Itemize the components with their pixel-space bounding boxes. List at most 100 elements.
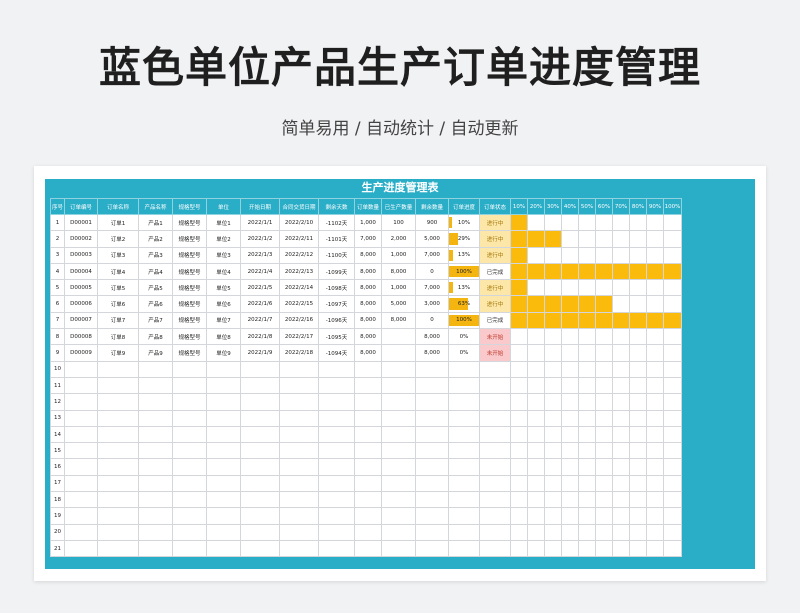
empty-cell[interactable]	[64, 539, 98, 558]
empty-cell[interactable]	[318, 458, 355, 476]
empty-cell[interactable]	[595, 409, 613, 427]
empty-cell[interactable]	[663, 393, 682, 411]
empty-cell[interactable]	[354, 507, 382, 525]
empty-cell[interactable]	[646, 425, 664, 444]
cell-progress[interactable]: 13%	[448, 246, 480, 264]
empty-cell[interactable]	[415, 474, 449, 493]
empty-cell[interactable]	[172, 376, 207, 395]
empty-cell[interactable]	[510, 539, 528, 558]
empty-cell[interactable]	[354, 539, 382, 558]
empty-cell[interactable]	[510, 393, 528, 411]
cell-spec[interactable]: 规格型号	[172, 213, 207, 232]
empty-cell[interactable]	[318, 523, 355, 541]
empty-cell[interactable]	[97, 523, 139, 541]
empty-cell[interactable]	[172, 523, 207, 541]
cell-no[interactable]: 8	[50, 328, 65, 346]
empty-cell[interactable]	[318, 507, 355, 525]
status-badge[interactable]: 进行中	[479, 246, 511, 264]
cell-order-qty[interactable]: 8,000	[354, 311, 382, 330]
cell-due-date[interactable]: 2022/2/10	[279, 213, 319, 232]
empty-cell[interactable]	[240, 409, 280, 427]
row-number[interactable]: 18	[50, 491, 65, 509]
empty-cell[interactable]	[561, 539, 579, 558]
empty-cell[interactable]	[448, 393, 480, 411]
empty-cell[interactable]	[240, 360, 280, 378]
empty-cell[interactable]	[206, 539, 241, 558]
empty-cell[interactable]	[510, 458, 528, 476]
empty-cell[interactable]	[544, 507, 562, 525]
empty-cell[interactable]	[415, 425, 449, 444]
row-number[interactable]: 10	[50, 360, 65, 378]
cell-remaining-qty[interactable]: 3,000	[415, 295, 449, 313]
empty-cell[interactable]	[318, 409, 355, 427]
empty-cell[interactable]	[279, 507, 319, 525]
row-number[interactable]: 11	[50, 376, 65, 395]
empty-cell[interactable]	[527, 425, 545, 444]
cell-product-name[interactable]: 产品3	[138, 246, 173, 264]
cell-unit[interactable]: 单位8	[206, 328, 241, 346]
empty-cell[interactable]	[279, 491, 319, 509]
cell-start-date[interactable]: 2022/1/7	[240, 311, 280, 330]
cell-order-qty[interactable]: 8,000	[354, 344, 382, 362]
status-badge[interactable]: 未开始	[479, 328, 511, 346]
empty-cell[interactable]	[381, 376, 416, 395]
empty-cell[interactable]	[381, 442, 416, 460]
cell-produced-qty[interactable]: 1,000	[381, 246, 416, 264]
empty-cell[interactable]	[279, 458, 319, 476]
empty-cell[interactable]	[578, 474, 596, 493]
empty-cell[interactable]	[138, 474, 173, 493]
cell-product-name[interactable]: 产品7	[138, 311, 173, 330]
status-badge[interactable]: 进行中	[479, 295, 511, 313]
empty-cell[interactable]	[354, 491, 382, 509]
empty-cell[interactable]	[595, 491, 613, 509]
empty-cell[interactable]	[578, 360, 596, 378]
empty-cell[interactable]	[354, 425, 382, 444]
empty-cell[interactable]	[240, 523, 280, 541]
cell-produced-qty[interactable]: 8,000	[381, 262, 416, 281]
cell-order-id[interactable]: D00007	[64, 311, 98, 330]
empty-cell[interactable]	[97, 507, 139, 525]
empty-cell[interactable]	[381, 393, 416, 411]
empty-cell[interactable]	[206, 360, 241, 378]
cell-product-name[interactable]: 产品1	[138, 213, 173, 232]
empty-cell[interactable]	[479, 393, 511, 411]
cell-order-name[interactable]: 订单9	[97, 344, 139, 362]
empty-cell[interactable]	[279, 539, 319, 558]
empty-cell[interactable]	[415, 523, 449, 541]
empty-cell[interactable]	[381, 425, 416, 444]
empty-cell[interactable]	[663, 474, 682, 493]
empty-cell[interactable]	[318, 442, 355, 460]
empty-cell[interactable]	[663, 425, 682, 444]
empty-cell[interactable]	[206, 393, 241, 411]
cell-unit[interactable]: 单位9	[206, 344, 241, 362]
empty-cell[interactable]	[448, 442, 480, 460]
empty-cell[interactable]	[206, 376, 241, 395]
empty-cell[interactable]	[527, 491, 545, 509]
empty-cell[interactable]	[479, 507, 511, 525]
cell-order-qty[interactable]: 1,000	[354, 213, 382, 232]
cell-produced-qty[interactable]	[381, 344, 416, 362]
empty-cell[interactable]	[544, 491, 562, 509]
cell-order-id[interactable]: D00008	[64, 328, 98, 346]
empty-cell[interactable]	[206, 523, 241, 541]
empty-cell[interactable]	[415, 376, 449, 395]
cell-due-date[interactable]: 2022/2/15	[279, 295, 319, 313]
empty-cell[interactable]	[448, 523, 480, 541]
status-badge[interactable]: 进行中	[479, 230, 511, 248]
empty-cell[interactable]	[448, 458, 480, 476]
empty-cell[interactable]	[172, 507, 207, 525]
cell-order-id[interactable]: D00009	[64, 344, 98, 362]
empty-cell[interactable]	[206, 425, 241, 444]
empty-cell[interactable]	[138, 507, 173, 525]
empty-cell[interactable]	[629, 458, 647, 476]
empty-cell[interactable]	[138, 425, 173, 444]
cell-remaining-days[interactable]: -1098天	[318, 279, 355, 297]
empty-cell[interactable]	[595, 360, 613, 378]
status-badge[interactable]: 进行中	[479, 279, 511, 297]
empty-cell[interactable]	[479, 491, 511, 509]
empty-cell[interactable]	[97, 409, 139, 427]
cell-due-date[interactable]: 2022/2/18	[279, 344, 319, 362]
empty-cell[interactable]	[663, 409, 682, 427]
empty-cell[interactable]	[646, 491, 664, 509]
cell-unit[interactable]: 单位1	[206, 213, 241, 232]
